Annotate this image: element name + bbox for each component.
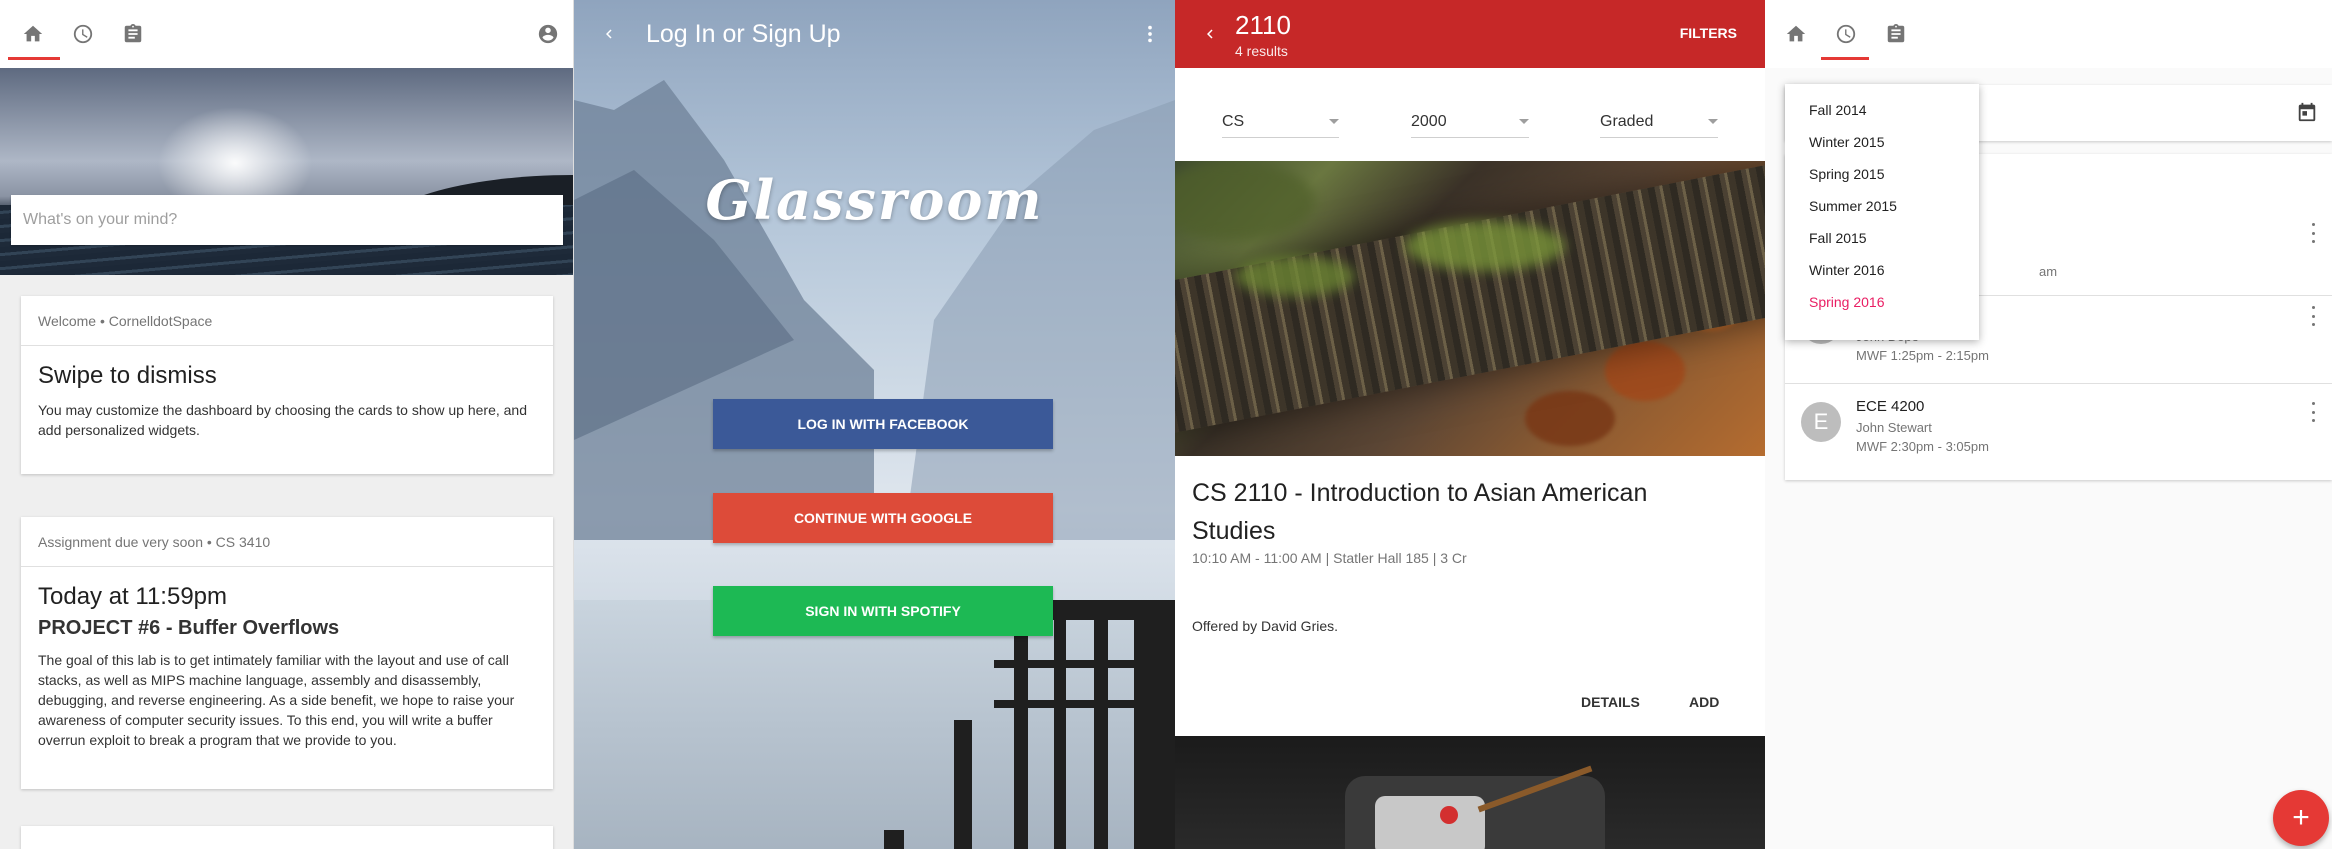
grading-select[interactable]: Graded [1600,106,1718,138]
home-icon[interactable] [8,9,58,59]
semester-option[interactable]: Winter 2015 [1785,126,1979,158]
semester-option[interactable]: Fall 2014 [1785,94,1979,126]
facebook-login-button[interactable]: LOG IN WITH FACEBOOK [713,399,1053,449]
subject-select[interactable]: CS [1222,106,1339,138]
more-vert-icon[interactable] [2310,223,2316,243]
details-button[interactable]: DETAILS [1581,694,1640,710]
assignment-project-title: PROJECT #6 - Buffer Overflows [38,617,340,639]
level-select-value: 2000 [1411,112,1447,130]
add-course-button[interactable]: ADD [1689,694,1719,710]
pier-post [954,720,972,849]
assignment-card[interactable]: Assignment due very soon • CS 3410 Today… [21,517,553,789]
avatar: E [1801,402,1841,442]
dashboard-screen: What's on your mind? Welcome • Cornelldo… [0,0,574,849]
lake-water [574,600,1175,849]
app-logo: Glassroom [705,168,1044,232]
assignment-description: The goal of this lab is to get intimatel… [38,652,515,748]
results-count: 4 results [1235,42,1288,59]
semester-option[interactable]: Winter 2016 [1785,254,1979,286]
next-course-image [1175,736,1765,849]
assignment-icon[interactable] [1871,9,1921,59]
home-icon[interactable] [1771,9,1821,59]
filters-button[interactable]: FILTERS [1680,25,1737,41]
pier-post [1014,620,1028,849]
pier-rail [994,660,1175,668]
semester-option[interactable]: Summer 2015 [1785,190,1979,222]
course-instructor: Offered by David Gries. [1192,618,1339,634]
course-cover-image [1175,161,1765,456]
assignment-due-time: Today at 11:59pm [38,583,228,610]
add-class-fab[interactable]: + [2273,790,2329,846]
calendar-icon[interactable] [2296,101,2318,123]
welcome-card-title: Swipe to dismiss [38,362,217,389]
course-title[interactable]: CS 2110 - Introduction to Asian American… [1192,474,1712,550]
history-icon[interactable] [58,9,108,59]
class-time: MWF 1:25pm - 2:15pm [1856,348,1989,363]
camera-top-plate [1375,796,1485,849]
level-select[interactable]: 2000 [1411,106,1529,138]
class-row[interactable]: E ECE 4200 John Stewart MWF 2:30pm - 3:0… [1785,384,2332,480]
pier-post [1094,610,1108,849]
assignment-icon[interactable] [108,9,158,59]
class-name: ECE 4200 [1856,398,1925,415]
leaf [1525,391,1615,446]
schedule-top-bar [1765,0,2332,68]
search-top-bar: 2110 4 results FILTERS [1175,0,1765,68]
class-time: am [2039,264,2058,279]
dashboard-top-bar [0,0,573,68]
login-top-bar: Log In or Sign Up [574,0,1175,68]
history-icon[interactable] [1821,9,1871,59]
moss [1235,256,1355,296]
schedule-screen: am John Dope MWF 1:25pm - 2:15pm E ECE 4… [1765,0,2332,849]
next-card[interactable] [21,826,553,849]
login-screen: Log In or Sign Up Glassroom LOG IN WITH … [574,0,1175,849]
camera-red-dot [1440,806,1458,824]
pier-post [884,830,904,849]
search-query: 2110 [1235,9,1291,40]
course-meta: 10:10 AM - 11:00 AM | Statler Hall 185 |… [1192,550,1467,566]
semester-option-selected[interactable]: Spring 2016 [1785,286,1979,318]
semester-option[interactable]: Fall 2015 [1785,222,1979,254]
semester-dropdown-menu: Fall 2014 Winter 2015 Spring 2015 Summer… [1785,84,1979,340]
pier-rail [994,700,1175,708]
moss [1405,221,1565,271]
more-vert-icon[interactable] [1125,9,1175,59]
more-vert-icon[interactable] [2310,306,2316,326]
pier-post [1054,620,1066,849]
class-instructor: John Stewart [1856,420,1932,435]
assignment-card-header: Assignment due very soon • CS 3410 [21,517,553,567]
header-banner-image: What's on your mind? [0,68,573,275]
subject-select-value: CS [1222,112,1245,130]
back-chevron-icon[interactable] [1185,9,1235,59]
semester-option[interactable]: Spring 2015 [1785,158,1979,190]
login-title: Log In or Sign Up [646,19,841,48]
google-login-button[interactable]: CONTINUE WITH GOOGLE [713,493,1053,543]
active-tab-indicator [8,57,60,60]
class-time: MWF 2:30pm - 3:05pm [1856,439,1989,454]
account-icon[interactable] [523,9,573,59]
more-vert-icon[interactable] [2310,402,2316,422]
search-query-block: 2110 4 results [1235,10,1291,59]
spotify-login-button[interactable]: SIGN IN WITH SPOTIFY [713,586,1053,636]
moss [1175,161,1315,241]
course-search-screen: 2110 4 results FILTERS CS 2000 Graded CS… [1175,0,1765,849]
active-tab-indicator [1821,57,1869,60]
welcome-card[interactable]: Welcome • CornelldotSpace Swipe to dismi… [21,296,553,474]
dropdown-caret-icon [1708,119,1718,124]
back-chevron-icon[interactable] [584,9,634,59]
pier-post [1134,600,1175,849]
dropdown-caret-icon [1519,119,1529,124]
leaf [1605,341,1685,401]
status-composer-input[interactable]: What's on your mind? [11,195,563,245]
welcome-card-header: Welcome • CornelldotSpace [21,296,553,346]
mountain-background [574,80,1175,540]
dropdown-caret-icon [1329,119,1339,124]
welcome-card-body: You may customize the dashboard by choos… [38,402,528,438]
grading-select-value: Graded [1600,112,1654,130]
